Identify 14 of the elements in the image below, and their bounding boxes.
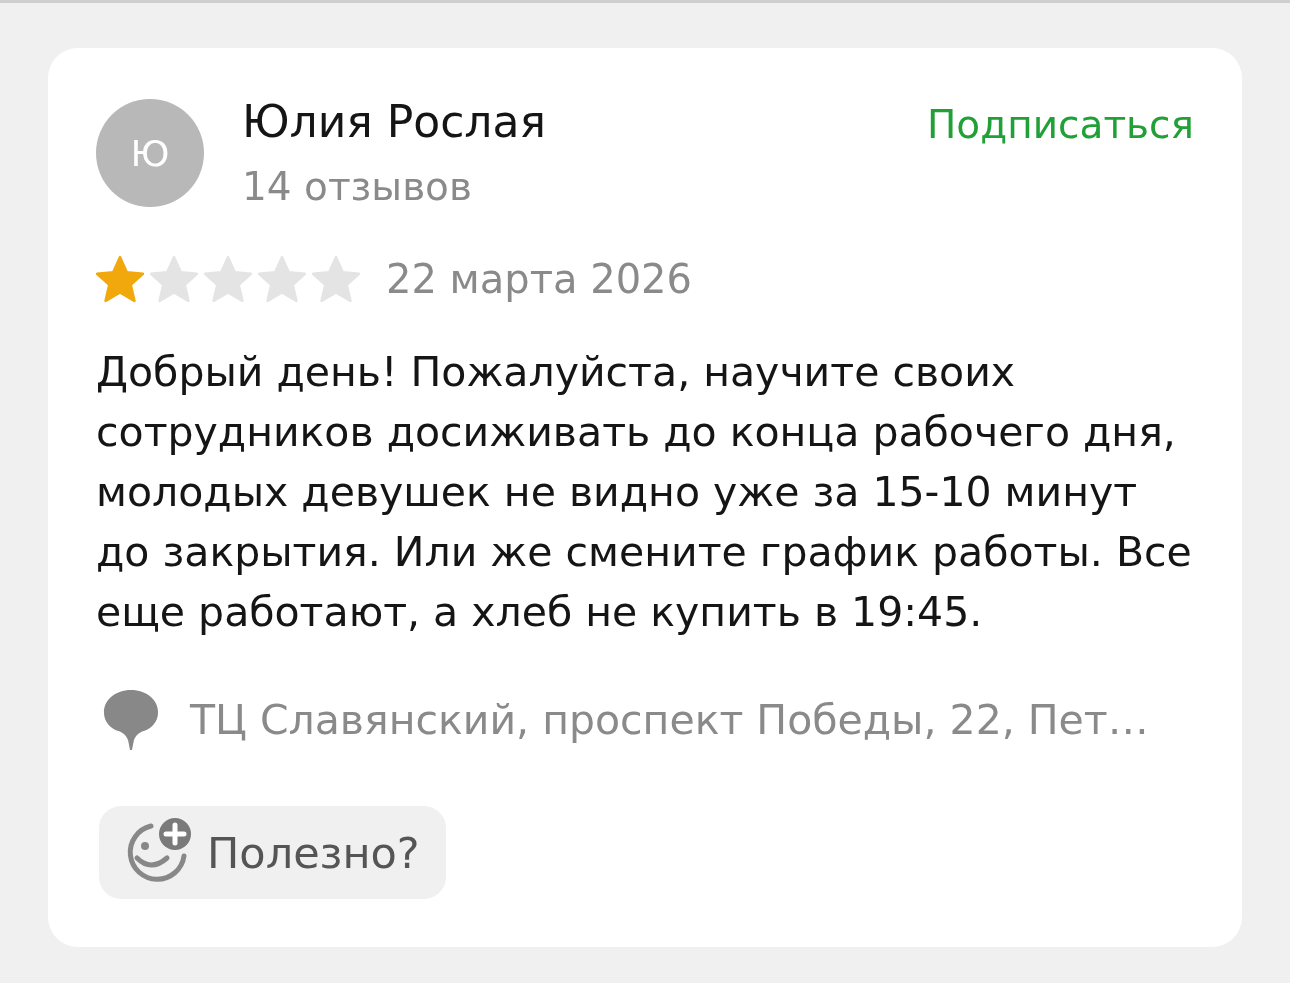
location-pin-icon — [102, 688, 160, 752]
review-text: Добрый день! Пожалуйста, научите своих сотрудников досиживать до конца рабочего дня, молодых девушек не видно уже за 15-10 минут до закрытия. Или же смените график работы. Все еще работают, а хлеб не купить в 19:45. — [96, 347, 1193, 638]
star-icon — [150, 255, 198, 303]
author-name: Юлия Рослая — [242, 96, 546, 148]
avatar: Ю — [96, 99, 204, 207]
review-date: 22 марта 2026 — [386, 255, 692, 304]
reviews-count: 14 отзывов — [242, 164, 472, 210]
star-icon — [204, 255, 252, 303]
location-address: ТЦ Славянский, проспект Победы, 22, Пет… — [190, 695, 1149, 745]
helpful-button[interactable]: Полезно? — [99, 806, 446, 899]
star-icon — [96, 255, 144, 303]
star-icon — [312, 255, 360, 303]
subscribe-button[interactable]: Подписаться — [927, 101, 1194, 149]
star-icon — [258, 255, 306, 303]
